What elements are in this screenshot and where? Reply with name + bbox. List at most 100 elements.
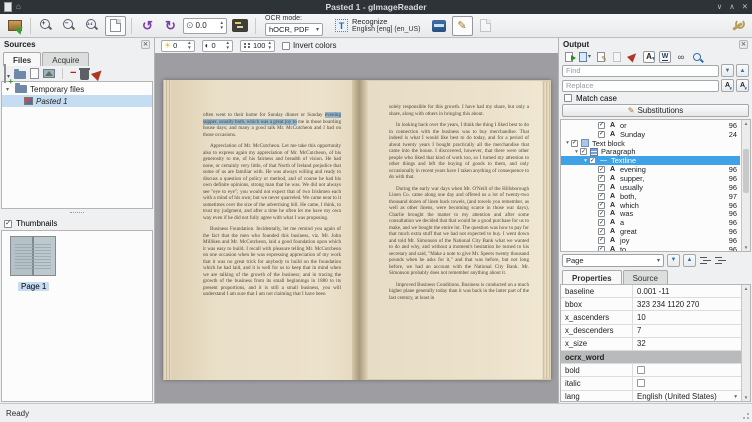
item-checkbox[interactable]: ✓ (571, 140, 578, 147)
recognize-button[interactable]: T Recognize English [eng] (en_US) (329, 15, 426, 36)
ocr-tree-row[interactable]: ✓Awhich96 (561, 201, 740, 210)
ocr-tree-row[interactable]: ✓Asupper,96 (561, 174, 740, 183)
close-icon[interactable]: ✕ (742, 2, 748, 12)
property-value[interactable]: 323 234 1120 270 (633, 298, 741, 310)
remove-source-button[interactable]: − (70, 68, 76, 79)
tab-source[interactable]: Source (623, 270, 668, 284)
properties-scrollbar[interactable]: ▲ ▼ (741, 285, 750, 401)
rotation-spinbox[interactable]: ⊙ 0.0 ▲ ▼ (183, 18, 227, 34)
ocr-result-tree[interactable]: ✓Aor96✓ASunday24▾✓Text block▾✓Paragraph▾… (560, 119, 751, 252)
replace-input[interactable] (562, 80, 719, 92)
controls-toggle-button[interactable] (229, 16, 250, 36)
open-folder-button[interactable] (14, 71, 26, 79)
ocr-tree-row[interactable]: ✓Ajoy96 (561, 236, 740, 245)
next-item-button[interactable]: ▼ (667, 254, 680, 267)
scrollbar-thumb[interactable] (743, 149, 749, 194)
property-value[interactable]: 0.001 -11 (633, 285, 741, 297)
ocr-tree-row[interactable]: ▾✓Text block (561, 139, 740, 148)
find-next-button[interactable]: ▼ (721, 64, 734, 77)
item-checkbox[interactable]: ✓ (580, 148, 587, 155)
ocr-tree-row[interactable]: ✓ASunday24 (561, 130, 740, 139)
item-checkbox[interactable]: ✓ (598, 122, 605, 129)
delete-source-button[interactable] (80, 70, 89, 80)
substitutions-toggle[interactable]: ∞ (675, 51, 687, 63)
ocr-tree-row[interactable]: ▾✓Paragraph (561, 148, 740, 157)
resize-grip[interactable] (740, 410, 750, 420)
rotation-spin-arrows[interactable]: ▲ ▼ (220, 21, 224, 30)
spin-down-icon[interactable]: ▼ (220, 26, 224, 31)
ocr-tree-row[interactable]: ✓Aa96 (561, 218, 740, 227)
ocr-tree-row[interactable]: ✓Ato96 (561, 245, 740, 252)
scroll-up-icon[interactable]: ▲ (742, 285, 750, 292)
property-checkbox[interactable] (637, 366, 645, 374)
expander-icon[interactable]: ▾ (6, 86, 12, 93)
replace-all-button[interactable]: A▼ (736, 79, 749, 92)
zoom-fit-button[interactable] (105, 16, 126, 36)
add-image-button[interactable] (4, 16, 25, 36)
spin-down-icon[interactable]: ▼ (187, 46, 191, 51)
zoom-original-button[interactable]: 1:1 (82, 16, 103, 36)
property-value[interactable]: 32 (633, 338, 741, 350)
paste-button[interactable] (30, 68, 39, 79)
tab-properties[interactable]: Properties (562, 270, 622, 284)
close-panel-icon[interactable]: ✕ (141, 40, 150, 49)
image-canvas[interactable]: often went to their home for Sunday dinn… (155, 53, 558, 403)
ocr-tree-row[interactable]: ✓Aevening96 (561, 165, 740, 174)
thumbnail-label[interactable]: Page 1 (18, 282, 49, 291)
ocr-tree-row[interactable]: ✓Aboth,97 (561, 192, 740, 201)
minimize-icon[interactable]: ∨ (717, 2, 723, 12)
spin-down-icon[interactable]: ▼ (225, 46, 229, 51)
property-checkbox[interactable] (637, 379, 645, 387)
open-output-button[interactable]: ▾ (579, 51, 591, 63)
item-checkbox[interactable]: ✓ (598, 193, 605, 200)
tree-scrollbar[interactable]: ▲ ▼ (741, 120, 750, 251)
save-output-button[interactable] (595, 51, 607, 63)
find-replace-toggle[interactable]: A▼ (643, 51, 655, 63)
scroll-up-icon[interactable]: ▲ (742, 120, 750, 127)
wconf-toggle[interactable]: W (659, 51, 671, 63)
close-panel-icon[interactable]: ✕ (739, 40, 748, 49)
expander-icon[interactable]: ▾ (573, 149, 580, 155)
invert-colors-checkbox[interactable] (282, 42, 290, 50)
page-select[interactable]: Page ▾ (562, 254, 664, 267)
export-button[interactable] (563, 51, 575, 63)
item-checkbox[interactable]: ✓ (598, 246, 605, 252)
collapse-all-button[interactable] (699, 254, 711, 266)
contrast-spinner[interactable]: ◐ 0 ▲▼ (202, 40, 233, 52)
ocr-tree-row[interactable]: ✓Ausually96 (561, 183, 740, 192)
spin-down-icon[interactable]: ▼ (267, 46, 271, 51)
preview-button[interactable] (691, 51, 703, 63)
property-value[interactable]: 7 (633, 325, 741, 337)
tree-row-folder[interactable]: ▾ Temporary files (2, 83, 152, 95)
tab-acquire[interactable]: Acquire (42, 52, 89, 66)
item-checkbox[interactable]: ✓ (598, 210, 605, 217)
zoom-out-button[interactable]: − (59, 16, 80, 36)
screenshot-button[interactable] (43, 69, 55, 78)
maximize-icon[interactable]: ∧ (729, 2, 735, 12)
page-thumbnail[interactable] (10, 236, 56, 276)
edit-toggle-button[interactable]: ✎ (452, 16, 473, 36)
ocr-tree-row[interactable]: ✓Aor96 (561, 121, 740, 130)
scroll-down-icon[interactable]: ▼ (742, 394, 750, 401)
item-checkbox[interactable]: ✓ (598, 219, 605, 226)
rotate-right-button[interactable]: ↻ (160, 16, 181, 36)
settings-button[interactable] (727, 16, 748, 36)
property-value[interactable]: English (United States)▾ (633, 391, 741, 403)
item-checkbox[interactable]: ✓ (598, 228, 605, 235)
panel-splitter[interactable] (0, 209, 154, 217)
zoom-in-button[interactable]: + (36, 16, 57, 36)
expand-all-button[interactable] (714, 254, 726, 266)
rotate-left-button[interactable]: ↺ (137, 16, 158, 36)
item-checkbox[interactable]: ✓ (598, 131, 605, 138)
item-checkbox[interactable]: ✓ (598, 202, 605, 209)
ocr-tree-row[interactable]: ✓Awas96 (561, 209, 740, 218)
find-input[interactable] (562, 65, 719, 77)
resolution-spinner[interactable]: 100 ▲▼ (240, 40, 275, 52)
replace-button[interactable]: A▼ (721, 79, 734, 92)
match-case-checkbox[interactable] (564, 94, 572, 102)
item-checkbox[interactable]: ✓ (598, 175, 605, 182)
item-checkbox[interactable]: ✓ (598, 184, 605, 191)
brightness-spinner[interactable]: ☀ 0 ▲▼ (161, 40, 195, 52)
expander-icon[interactable]: ▾ (582, 158, 589, 164)
language-button[interactable] (429, 16, 450, 36)
